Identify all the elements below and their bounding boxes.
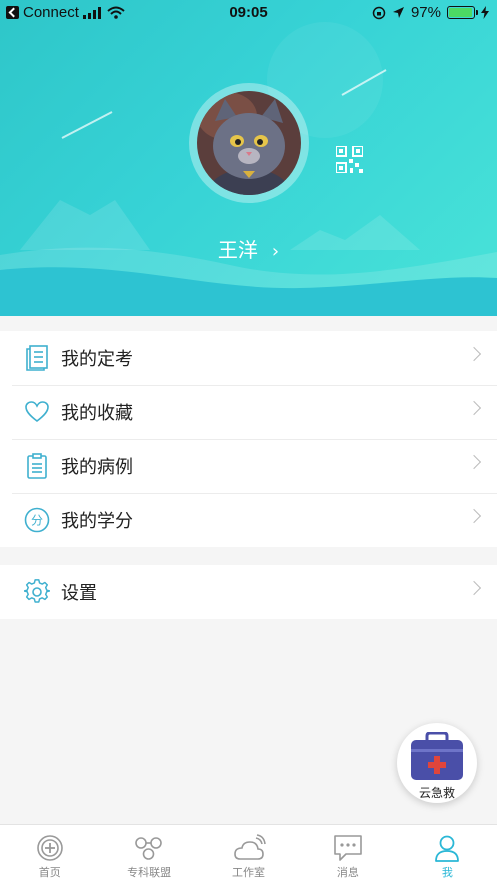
- location-icon: [392, 7, 404, 18]
- gear-icon: [24, 579, 50, 605]
- credit-icon: 分: [24, 507, 50, 533]
- person-icon: [435, 835, 460, 862]
- menu-item-cases[interactable]: 我的病例: [0, 439, 497, 493]
- menu-label-credits: 我的学分: [61, 511, 133, 532]
- username-row[interactable]: 王洋 ›: [0, 234, 497, 263]
- cloud-icon: [233, 834, 266, 860]
- battery-percent: 97%: [410, 4, 441, 21]
- tab-label-studio: 工作室: [232, 866, 266, 879]
- fab-label: 云急救: [418, 786, 455, 800]
- chevron-right-icon: [466, 580, 482, 596]
- tab-me[interactable]: 我: [398, 825, 497, 883]
- exam-icon: [24, 345, 50, 371]
- message-icon: [334, 835, 362, 861]
- tab-messages[interactable]: 消息: [298, 825, 397, 883]
- tab-label-me: 我: [441, 866, 453, 879]
- tab-label-messages: 消息: [336, 866, 359, 879]
- menu-group-main: 我的定考 我的收藏 我的病例 分 我的学分: [0, 331, 497, 547]
- chevron-right-icon: [466, 400, 482, 416]
- heart-icon: [24, 399, 50, 425]
- orientation-lock-icon: [372, 6, 386, 19]
- avatar-ring[interactable]: [189, 83, 309, 203]
- qr-code-icon[interactable]: [336, 146, 363, 173]
- profile-header: Connect 09:05 97% 王洋 ›: [0, 0, 497, 316]
- chevron-right-icon: [466, 454, 482, 470]
- status-bar: Connect 09:05 97%: [0, 0, 497, 26]
- charging-icon: [481, 6, 489, 19]
- home-icon: [36, 835, 63, 861]
- battery-level: [449, 8, 473, 17]
- menu-label-favorites: 我的收藏: [61, 403, 133, 424]
- avatar[interactable]: [197, 91, 301, 195]
- tab-studio[interactable]: 工作室: [199, 825, 298, 883]
- tab-alliance[interactable]: 专科联盟: [99, 825, 198, 883]
- tab-label-alliance: 专科联盟: [127, 866, 172, 879]
- battery-icon: [447, 6, 478, 19]
- cloud-first-aid-button[interactable]: 云急救: [397, 723, 477, 803]
- svg-text:分: 分: [31, 514, 43, 528]
- avatar-cat-image: [197, 91, 301, 195]
- alliance-icon: [135, 837, 162, 860]
- menu-item-exam[interactable]: 我的定考: [0, 331, 497, 385]
- bottom-tab-bar: 首页 专科联盟 工作室 消息 我: [0, 824, 497, 883]
- chevron-right-icon: [466, 346, 482, 362]
- menu-label-exam: 我的定考: [61, 349, 133, 370]
- first-aid-kit-icon: [411, 732, 463, 780]
- menu-item-favorites[interactable]: 我的收藏: [0, 385, 497, 439]
- menu-label-settings: 设置: [61, 583, 97, 604]
- menu-label-cases: 我的病例: [61, 457, 133, 478]
- tab-home[interactable]: 首页: [0, 825, 99, 883]
- status-right: 97%: [372, 4, 489, 21]
- username: 王洋: [217, 238, 258, 262]
- tab-label-home: 首页: [38, 866, 61, 879]
- chevron-right-icon: ›: [271, 241, 280, 262]
- chevron-right-icon: [466, 508, 482, 524]
- menu-group-settings: 设置: [0, 565, 497, 619]
- menu-item-credits[interactable]: 分 我的学分: [0, 493, 497, 547]
- clipboard-icon: [24, 453, 50, 479]
- menu-item-settings[interactable]: 设置: [0, 565, 497, 619]
